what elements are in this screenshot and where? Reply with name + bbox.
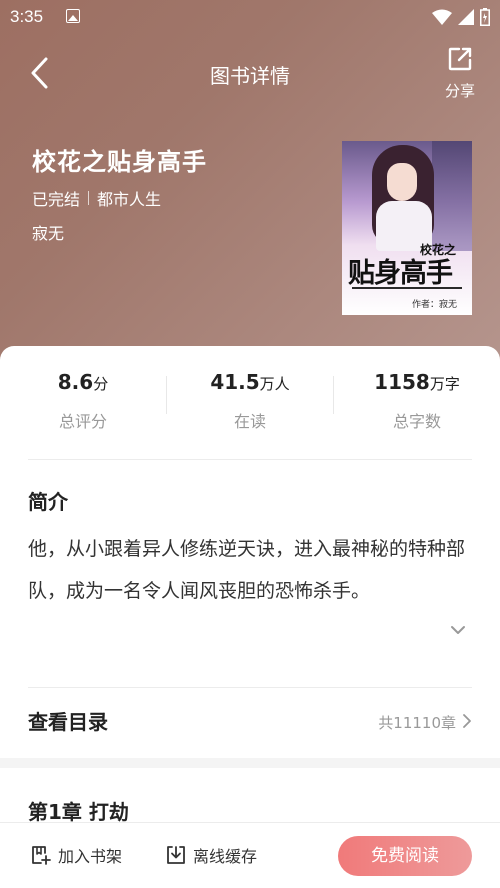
book-category[interactable]: 都市人生 — [97, 186, 161, 210]
stat-rating-value: 8.6 — [57, 370, 94, 394]
stat-readers-unit: 万人 — [259, 375, 290, 393]
add-shelf-icon — [32, 846, 51, 865]
toc-count: 共11110章 — [378, 714, 456, 732]
share-icon — [448, 47, 472, 71]
book-author[interactable]: 寂无 — [32, 220, 64, 244]
intro-text: 他，从小跟着异人修练逆天诀，进入最神秘的特种部队，成为一名令人闻风丧胆的恐怖杀手… — [28, 538, 466, 602]
offline-cache-label: 离线缓存 — [193, 847, 258, 866]
stat-rating: 8.6分 总评分 — [0, 370, 166, 432]
page-title: 图书详情 — [210, 64, 290, 88]
intro-title: 简介 — [28, 490, 68, 514]
stat-wordcount-label: 总字数 — [392, 412, 441, 431]
stat-readers-value: 41.5 — [210, 370, 260, 394]
stat-wordcount-value: 1158 — [374, 370, 430, 394]
stat-wordcount: 1158万字 总字数 — [334, 370, 500, 432]
download-icon — [167, 846, 185, 864]
chevron-down-icon[interactable] — [450, 624, 466, 636]
stat-readers-label: 在读 — [233, 412, 266, 431]
cover-big-title: 贴身高手 — [348, 258, 453, 289]
status-icons — [432, 8, 490, 26]
wifi-icon — [432, 9, 452, 25]
meta-separator — [88, 191, 90, 205]
cover-figure-face — [387, 163, 417, 201]
section-divider — [28, 459, 472, 460]
image-notification-icon — [66, 9, 80, 23]
book-title: 校花之贴身高手 — [32, 148, 207, 176]
stat-readers: 41.5万人 在读 — [167, 370, 333, 432]
offline-cache-button[interactable]: 离线缓存 — [165, 843, 257, 867]
stats-row: 8.6分 总评分 41.5万人 在读 1158万字 总字数 — [0, 346, 500, 458]
section-gap — [0, 758, 500, 768]
toc-label: 查看目录 — [28, 710, 108, 734]
share-button[interactable]: 分享 — [440, 46, 480, 102]
bottom-bar: 加入书架 离线缓存 免费阅读 — [0, 822, 500, 888]
stat-wordcount-unit: 万字 — [429, 375, 460, 393]
first-chapter-title[interactable]: 第1章 打劫 — [28, 796, 129, 825]
detail-card: 8.6分 总评分 41.5万人 在读 1158万字 总字数 简介 他，从小跟着异… — [0, 346, 500, 826]
cover-rule — [352, 287, 462, 289]
battery-icon — [480, 8, 490, 26]
status-bar: 3:35 — [0, 0, 500, 34]
chevron-right-icon — [463, 714, 471, 728]
cover-author: 作者：寂无 — [412, 300, 458, 310]
stat-rating-label: 总评分 — [58, 412, 107, 431]
book-status: 已完结 — [32, 190, 81, 209]
toc-row[interactable]: 查看目录 共11110章 — [0, 688, 500, 754]
stat-wordcount-value-line: 1158万字 — [334, 370, 500, 394]
stat-rating-value-line: 8.6分 — [0, 370, 166, 394]
status-time: 3:35 — [10, 7, 44, 26]
stat-rating-unit: 分 — [93, 375, 109, 393]
add-to-shelf-button[interactable]: 加入书架 — [30, 843, 122, 867]
add-to-shelf-label: 加入书架 — [58, 847, 123, 866]
share-label: 分享 — [444, 82, 475, 100]
stat-readers-value-line: 41.5万人 — [167, 370, 333, 394]
book-cover[interactable]: 校花之 贴身高手 作者：寂无 — [342, 141, 472, 315]
book-meta: 已完结 都市人生 — [32, 186, 161, 210]
signal-icon — [458, 9, 474, 25]
free-read-button[interactable]: 免费阅读 — [338, 836, 472, 876]
cover-background-art — [432, 141, 472, 251]
